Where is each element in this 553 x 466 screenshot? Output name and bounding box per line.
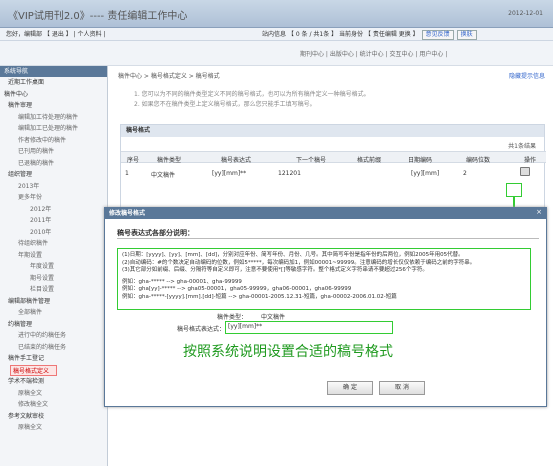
example-line: 例如：gha[yy]-***** --> gha05-00001，gha05-9…: [122, 286, 352, 292]
col-header: 编码位数: [466, 157, 491, 164]
sidebar-item[interactable]: 栏目设置: [0, 284, 107, 296]
edit-icon[interactable]: [520, 167, 530, 176]
sidebar-list: 近期工作桌面 稿件中心 稿件审理 编辑加工待处理的稿件 编辑加工已处理的稿件 作者修改中的…: [0, 77, 107, 434]
sidebar-item[interactable]: 近期工作桌面: [0, 77, 107, 89]
explain-line: (3)其它部分如前缀、后缀、分隔符等自定义即可，注意不要使用*[]等敏感字符。整…: [122, 267, 428, 273]
status-info: 站内信息 【 0 条 / 共1条 】 当前身份 【 责任编辑 更换 】意见反馈换…: [262, 28, 477, 41]
col-header: 下一个稿号: [296, 157, 327, 164]
sidebar-item[interactable]: 编辑部稿件管理: [0, 296, 107, 308]
top-menu[interactable]: 期刊中心 | 出版中心 | 统计中心 | 交互中心 | 用户中心 |: [300, 49, 447, 58]
section-divider: [117, 238, 539, 239]
sidebar-item[interactable]: 进行中的约稿任务: [0, 330, 107, 342]
edit-dialog: 修改稿号格式 × 稿号表达式各部分说明： (1)日期：[yyyy]、[yy]、[…: [104, 207, 547, 407]
sidebar-item[interactable]: 年度设置: [0, 261, 107, 273]
tip-1: 1. 您可以为不同的稿件类型定义不同的稿号格式，也可以为所有稿件定义一种稿号格式…: [134, 91, 370, 98]
app-title: 《VIP试用刊2.0》---- 责任编辑工作中心: [8, 11, 188, 22]
section-title: 稿号表达式各部分说明：: [117, 229, 194, 237]
example-line: 例如：gha-***** --> gha-00001、gha-99999: [122, 278, 242, 285]
cell: 2: [463, 170, 467, 177]
sidebar-item[interactable]: 年期设置: [0, 250, 107, 262]
sidebar-item[interactable]: 作者修改中的稿件: [0, 135, 107, 147]
format-panel: 稿号格式 共1条结果 序号 稿件类型 稿号表达式 下一个稿号 格式前缀 日期编码…: [120, 124, 546, 216]
col-header: 格式前缀: [357, 157, 382, 164]
sidebar-item[interactable]: 期号设置: [0, 273, 107, 285]
sidebar-title: 系统导航: [0, 66, 107, 77]
expr-label: 稿号格式表达式：: [177, 326, 226, 333]
sidebar-item[interactable]: 修改稿全文: [0, 399, 107, 411]
sidebar-item[interactable]: 约稿管理: [0, 319, 107, 331]
col-header: 操作: [524, 157, 537, 164]
cell: 中文稿件: [151, 172, 176, 179]
panel-title: 稿号格式: [121, 125, 544, 137]
sidebar-item[interactable]: 组织管理: [0, 169, 107, 181]
sidebar-item[interactable]: 参考文献审校: [0, 411, 107, 423]
sidebar-item[interactable]: 全部稿件: [0, 307, 107, 319]
instruction-note: 按照系统说明设置合适的稿号格式: [183, 344, 393, 360]
top-menu-bar: 期刊中心 | 出版中心 | 统计中心 | 交互中心 | 用户中心 |: [0, 41, 553, 66]
sidebar-item[interactable]: 2011年: [0, 215, 107, 227]
message-info[interactable]: 站内信息 【 0 条 / 共1条 】 当前身份 【 责任编辑 更换 】: [262, 31, 419, 38]
close-icon[interactable]: ×: [536, 208, 542, 216]
cell: 121201: [278, 170, 301, 177]
explain-line: (1)日期：[yyyy]、[yy]、[mm]、[dd]，分别对应年份、简写年份、…: [122, 252, 464, 258]
date-text: 2012-12-01: [508, 10, 543, 17]
cell: 1: [125, 170, 129, 177]
hide-tips-link[interactable]: 隐藏提示信息: [509, 71, 545, 80]
edit-highlight: [506, 183, 522, 197]
type-value: 中文稿件: [261, 314, 286, 321]
sidebar-item[interactable]: 已刊用的稿件: [0, 146, 107, 158]
sidebar-item[interactable]: 更多年份: [0, 192, 107, 204]
breadcrumb: 稿件中心 > 稿号格式定义 > 稿号格式: [118, 73, 220, 80]
sidebar-item[interactable]: 已结束的约稿任务: [0, 342, 107, 354]
sidebar-item[interactable]: 稿号格式定义: [10, 364, 57, 376]
header: 《VIP试用刊2.0》---- 责任编辑工作中心 2012-12-01: [0, 0, 553, 28]
sidebar-item[interactable]: 2010年: [0, 227, 107, 239]
sidebar-item[interactable]: 原稿全文: [0, 388, 107, 400]
table-header: 序号 稿件类型 稿号表达式 下一个稿号 格式前缀 日期编码 编码位数 操作: [121, 151, 546, 164]
user-bar: 您好，编辑部 【 退出 】 | 个人资料 | 站内信息 【 0 条 / 共1条 …: [0, 28, 553, 41]
cell: [yy][mm]: [411, 170, 440, 177]
cell: [yy][mm]**: [212, 170, 247, 177]
tips: 1. 您可以为不同的稿件类型定义不同的稿号格式，也可以为所有稿件定义一种稿号格式…: [134, 90, 370, 110]
type-label: 稿件类型：: [217, 314, 248, 321]
table-row: 1 中文稿件 [yy][mm]** 121201 [yy][mm] 2: [121, 164, 546, 180]
sidebar-item[interactable]: 2012年: [0, 204, 107, 216]
skin-button[interactable]: 换肤: [456, 30, 477, 40]
sidebar-item[interactable]: 原稿全文: [0, 422, 107, 434]
explain-line: (2)自动编码：#的个数决定自动编码的位数，例如5*****，每次编码加1，例如…: [122, 259, 476, 266]
sidebar-item[interactable]: 2013年: [0, 181, 107, 193]
result-count: 共1条结果: [508, 143, 536, 150]
sidebar-item[interactable]: 编辑加工待处理的稿件: [0, 112, 107, 124]
feedback-button[interactable]: 意见反馈: [421, 30, 454, 40]
user-links[interactable]: 您好，编辑部 【 退出 】 | 个人资料 |: [6, 28, 106, 41]
explanation-box: (1)日期：[yyyy]、[yy]、[mm]、[dd]，分别对应年份、简写年份、…: [117, 248, 531, 310]
sidebar-item[interactable]: 稿件手工登记: [0, 353, 107, 365]
col-header: 稿件类型: [157, 157, 182, 164]
sidebar: 系统导航 近期工作桌面 稿件中心 稿件审理 编辑加工待处理的稿件 编辑加工已处理的稿件作…: [0, 66, 108, 466]
cancel-button[interactable]: 取 消: [379, 381, 425, 395]
sidebar-item[interactable]: 已退稿的稿件: [0, 158, 107, 170]
expression-input[interactable]: [yy][mm]**: [225, 321, 393, 334]
sidebar-item[interactable]: 稿件审理: [0, 100, 107, 112]
sidebar-item[interactable]: 编辑加工已处理的稿件: [0, 123, 107, 135]
ok-button[interactable]: 确 定: [327, 381, 373, 395]
col-header: 日期编码: [408, 157, 433, 164]
example-line: 例如：gha-*****-[yyyy].[mm].[dd]-短篇 --> gha…: [122, 293, 397, 300]
sidebar-item[interactable]: 待组织稿件: [0, 238, 107, 250]
sidebar-item[interactable]: 稿件中心: [0, 89, 107, 101]
dialog-title: 修改稿号格式: [105, 208, 546, 219]
col-header: 序号: [127, 157, 140, 164]
tip-2: 2. 如果您不在稿件类型上定义稿号格式，那么您只能手工填写稿号。: [134, 101, 316, 108]
col-header: 稿号表达式: [221, 157, 252, 164]
sidebar-item[interactable]: 学术不端检测: [0, 376, 107, 388]
